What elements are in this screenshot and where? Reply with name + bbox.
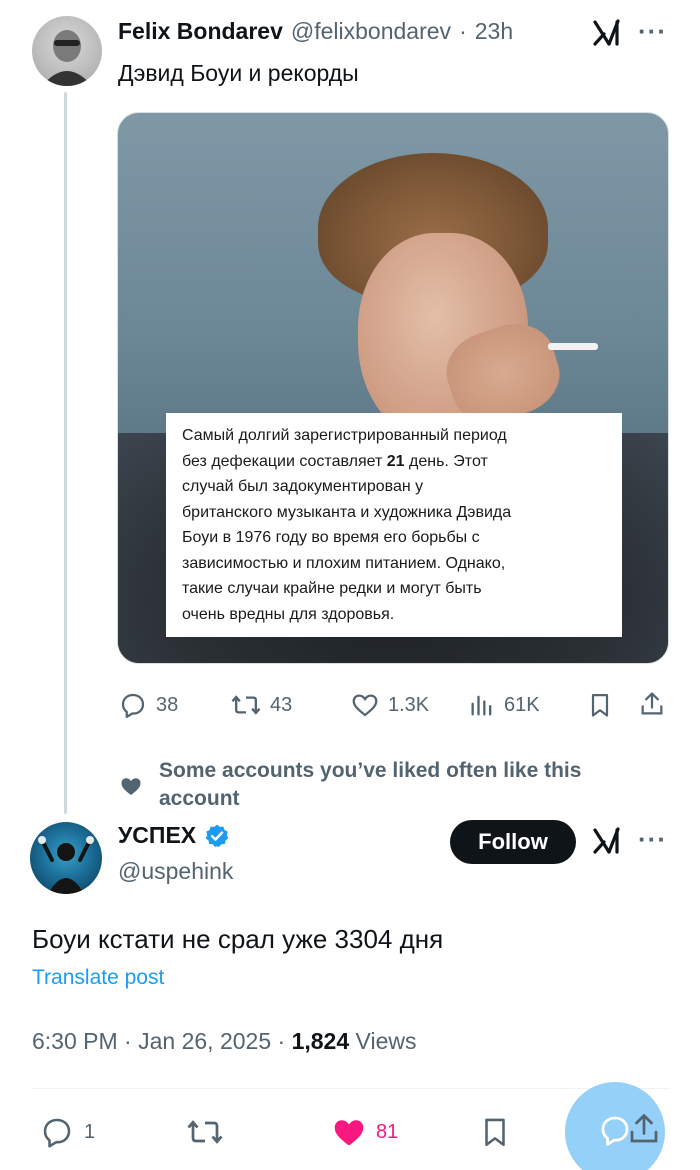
- follow-button[interactable]: Follow: [450, 820, 576, 864]
- social-context: Some accounts you’ve liked often like th…: [159, 759, 582, 810]
- caption-line: Самый долгий зарегистрированный период: [182, 427, 507, 444]
- post-image[interactable]: Самый долгий зарегистрированный период б…: [117, 112, 669, 664]
- bookmark-icon: [485, 1118, 505, 1147]
- author-handle[interactable]: @felixbondarev: [291, 18, 451, 45]
- reply-author-handle[interactable]: @uspehink: [118, 858, 233, 885]
- repost-icon: [230, 690, 262, 720]
- analytics-icon: [468, 690, 496, 720]
- share-icon[interactable]: [626, 1110, 662, 1153]
- post-time[interactable]: 23h: [475, 18, 513, 45]
- image-caption: Самый долгий зарегистрированный период б…: [166, 413, 622, 637]
- grok-icon[interactable]: [592, 826, 624, 861]
- like-button[interactable]: 1.3K: [350, 690, 429, 720]
- author-name[interactable]: Felix Bondarev: [118, 18, 283, 45]
- more-options-icon[interactable]: ···: [638, 824, 667, 855]
- reply-button[interactable]: 1: [38, 1114, 95, 1150]
- caption-line: без дефекации составляет 21 день. Этот: [182, 449, 606, 475]
- caption-line: британского музыканта и художника Дэвида: [182, 503, 512, 521]
- share-button[interactable]: [638, 689, 666, 724]
- like-button[interactable]: 81: [330, 1114, 398, 1150]
- bookmark-icon: [591, 693, 609, 717]
- thread-line: [64, 92, 67, 814]
- views-count: 61K: [504, 693, 540, 716]
- views-button[interactable]: 61K: [468, 690, 540, 720]
- post-time[interactable]: 6:30 PM: [32, 1028, 118, 1054]
- divider: [32, 1088, 670, 1089]
- grok-icon[interactable]: [592, 18, 624, 53]
- separator: ·: [277, 1028, 292, 1054]
- repost-count: 43: [270, 693, 293, 716]
- views-count: 1,824: [291, 1028, 350, 1054]
- translate-link[interactable]: Translate post: [32, 966, 164, 990]
- image-cigarette: [548, 343, 598, 350]
- like-count: 1.3K: [388, 693, 430, 716]
- avatar[interactable]: [32, 16, 102, 86]
- reply-count: 38: [156, 693, 179, 716]
- post-text: Дэвид Боуи и рекорды: [118, 60, 359, 86]
- views-label: Views: [355, 1028, 417, 1054]
- caption-bold: 21: [386, 452, 405, 470]
- like-count: 81: [376, 1120, 399, 1143]
- bookmark-button[interactable]: [586, 690, 614, 725]
- reply-count: 1: [84, 1120, 96, 1143]
- more-options-icon[interactable]: ···: [638, 16, 667, 47]
- repost-button[interactable]: [184, 1114, 226, 1155]
- caption-line: такие случаи крайне редки и могут быть: [182, 580, 482, 597]
- separator: ·: [459, 18, 467, 44]
- verified-badge-icon: [204, 823, 230, 849]
- post-meta: 6:30 PM · Jan 26, 2025 · 1,824 Views: [32, 1028, 416, 1055]
- post-date[interactable]: Jan 26, 2025: [138, 1028, 271, 1054]
- share-icon: [641, 692, 663, 715]
- heart-filled-icon: [330, 1114, 368, 1150]
- heart-icon: [350, 690, 380, 720]
- reply-text: Боуи кстати не срал уже 3304 дня: [32, 924, 444, 954]
- reply-icon: [38, 1114, 76, 1150]
- reply-icon: [118, 690, 148, 720]
- avatar[interactable]: [30, 822, 102, 894]
- bookmark-button[interactable]: [478, 1114, 512, 1155]
- heart-icon: [118, 774, 144, 803]
- caption-line: Боуи в 1976 году во время его борьбы с: [182, 529, 480, 546]
- caption-line: случай был задокументирован у: [182, 478, 424, 495]
- repost-icon: [187, 1120, 223, 1144]
- reply-author-name[interactable]: УСПЕХ: [118, 822, 196, 849]
- caption-line: очень вредны для здоровья.: [182, 605, 395, 623]
- post-header: Felix Bondarev @felixbondarev · 23h: [118, 18, 513, 45]
- caption-segment: без дефекации составляет: [182, 452, 387, 470]
- caption-line: зависимостью и плохим питанием. Однако,: [182, 554, 506, 572]
- repost-button[interactable]: 43: [230, 690, 292, 720]
- separator: ·: [124, 1028, 139, 1054]
- reply-header: УСПЕХ: [118, 822, 230, 849]
- reply-button[interactable]: 38: [118, 690, 178, 720]
- caption-segment: день. Этот: [404, 452, 488, 470]
